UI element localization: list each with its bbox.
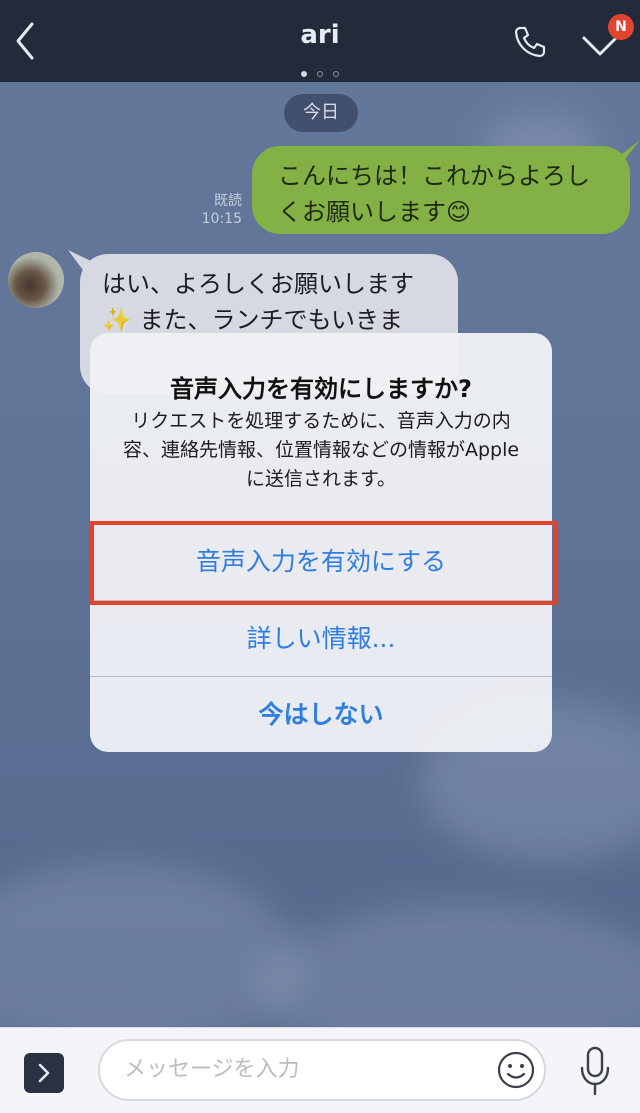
microphone-icon xyxy=(580,1046,610,1096)
smiley-icon xyxy=(497,1051,535,1089)
voice-input-alert: 音声入力を有効にしますか? リクエストを処理するために、音声入力の内容、連絡先情… xyxy=(90,333,552,752)
expand-menu-button[interactable] xyxy=(24,1053,64,1093)
chat-header: ari N xyxy=(0,0,640,82)
call-button[interactable] xyxy=(512,24,548,60)
message-input-bar: メッセージを入力 xyxy=(0,1027,640,1113)
page-dot xyxy=(333,71,339,77)
page-dot xyxy=(317,71,323,77)
voice-input-button[interactable] xyxy=(578,1046,612,1098)
notification-badge: N xyxy=(608,14,634,40)
phone-icon xyxy=(514,26,546,58)
alert-message: リクエストを処理するために、音声入力の内容、連絡先情報、位置情報などの情報がAp… xyxy=(122,410,520,490)
not-now-button[interactable]: 今はしない xyxy=(90,677,552,752)
message-input[interactable]: メッセージを入力 xyxy=(98,1039,546,1101)
page-indicator xyxy=(0,62,640,81)
more-info-button[interactable]: 詳しい情報... xyxy=(90,601,552,677)
emoji-button[interactable] xyxy=(496,1050,536,1090)
alert-title: 音声入力を有効にしますか? xyxy=(170,375,472,403)
enable-voice-input-button[interactable]: 音声入力を有効にする xyxy=(90,524,552,600)
chevron-right-icon xyxy=(38,1063,50,1083)
page-dot-active xyxy=(301,71,307,77)
